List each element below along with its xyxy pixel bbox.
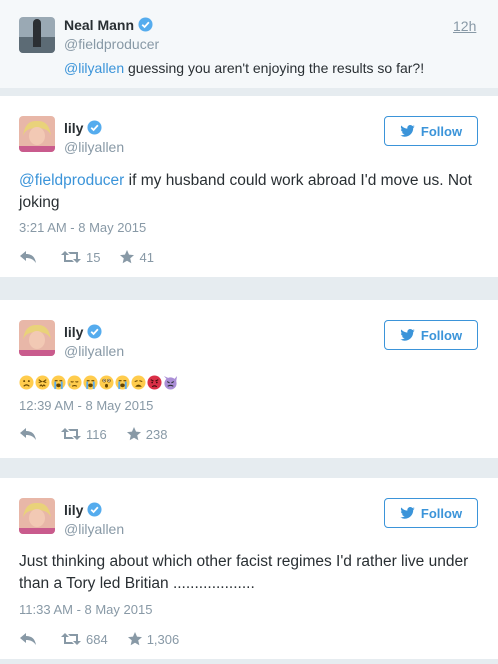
- verified-badge-icon: [87, 324, 102, 342]
- lily-avatar[interactable]: [19, 116, 55, 152]
- retweet-count: 684: [86, 631, 108, 647]
- imp-icon: [163, 375, 178, 390]
- retweet-count: 116: [86, 426, 107, 442]
- reply-button[interactable]: [20, 251, 41, 263]
- verified-badge-icon: [87, 502, 102, 520]
- twitter-bird-icon: [400, 329, 415, 341]
- mention-link[interactable]: @lilyallen: [64, 60, 124, 76]
- follow-button[interactable]: Follow: [384, 498, 478, 528]
- author-name[interactable]: Neal Mann: [64, 17, 153, 35]
- author-name[interactable]: lily: [64, 502, 102, 520]
- loudly-crying-face-icon: [115, 375, 130, 390]
- star-icon: [127, 632, 142, 646]
- tweet-actions: 684 1,306: [20, 630, 199, 648]
- star-icon: [120, 250, 135, 264]
- tweet-timestamp[interactable]: 3:21 AM - 8 May 2015: [19, 220, 146, 235]
- loudly-crying-face-icon: [83, 375, 98, 390]
- reply-icon: [20, 251, 36, 263]
- tweet-timestamp[interactable]: 11:33 AM - 8 May 2015: [19, 602, 152, 617]
- like-button[interactable]: 238: [126, 426, 168, 442]
- loudly-crying-face-icon: [51, 375, 66, 390]
- author-handle[interactable]: @lilyallen: [64, 521, 124, 537]
- follow-button[interactable]: Follow: [384, 320, 478, 350]
- reply-icon: [20, 428, 36, 440]
- tweet-card: lily @lilyallen Follow @fieldproducer if…: [0, 96, 498, 277]
- retweet-button[interactable]: 116: [61, 427, 107, 442]
- retweet-icon: [61, 633, 81, 645]
- retweet-button[interactable]: 684: [61, 632, 108, 647]
- reply-text: @lilyallen guessing you aren't enjoying …: [64, 60, 425, 76]
- verified-badge-icon: [87, 120, 102, 138]
- like-count: 238: [145, 426, 168, 442]
- lily-avatar[interactable]: [19, 498, 55, 534]
- star-icon: [126, 427, 141, 441]
- twitter-bird-icon: [400, 125, 415, 137]
- reply-icon: [20, 633, 36, 645]
- lily-avatar[interactable]: [19, 320, 55, 356]
- retweet-icon: [61, 251, 81, 263]
- weary-face-icon: [131, 375, 146, 390]
- retweet-button[interactable]: 15: [61, 250, 100, 265]
- tweet-timestamp[interactable]: 12:39 AM - 8 May 2015: [19, 398, 153, 413]
- reply-context-card: Neal Mann @fieldproducer 12h @lilyallen …: [0, 0, 498, 88]
- astonished-face-icon: [99, 375, 114, 390]
- tweet-actions: 116 238: [20, 425, 187, 443]
- tweet-card: lily @lilyallen Follow Just thinking abo…: [0, 478, 498, 659]
- reply-button[interactable]: [20, 633, 41, 645]
- author-name[interactable]: lily: [64, 324, 102, 342]
- like-button[interactable]: 1,306: [127, 631, 180, 647]
- emoji-row: [19, 375, 179, 390]
- twitter-bird-icon: [400, 507, 415, 519]
- retweet-count: 15: [86, 249, 101, 265]
- tweet-card: lily @lilyallen Follow 12:39 AM - 8 May …: [0, 300, 498, 458]
- tweet-text: @fieldproducer if my husband could work …: [19, 172, 472, 211]
- like-button[interactable]: 41: [120, 249, 154, 265]
- tweet-actions: 15 41: [20, 248, 174, 266]
- like-count: 1,306: [146, 631, 180, 647]
- author-handle[interactable]: @lilyallen: [64, 139, 124, 155]
- neal-mann-avatar[interactable]: [19, 17, 55, 53]
- author-handle[interactable]: @lilyallen: [64, 343, 124, 359]
- author-handle[interactable]: @fieldproducer: [64, 36, 159, 52]
- confounded-face-icon: [35, 375, 50, 390]
- reply-button[interactable]: [20, 428, 41, 440]
- disappointed-relieved-face-icon: [67, 375, 82, 390]
- retweet-icon: [61, 428, 81, 440]
- mention-link[interactable]: @fieldproducer: [19, 172, 124, 189]
- verified-badge-icon: [138, 17, 153, 35]
- author-name[interactable]: lily: [64, 120, 102, 138]
- tweet-text: Just thinking about which other facist r…: [19, 553, 469, 592]
- like-count: 41: [139, 249, 154, 265]
- follow-button[interactable]: Follow: [384, 116, 478, 146]
- pouting-face-icon: [147, 375, 162, 390]
- timestamp[interactable]: 12h: [453, 18, 476, 34]
- worried-face-icon: [19, 375, 34, 390]
